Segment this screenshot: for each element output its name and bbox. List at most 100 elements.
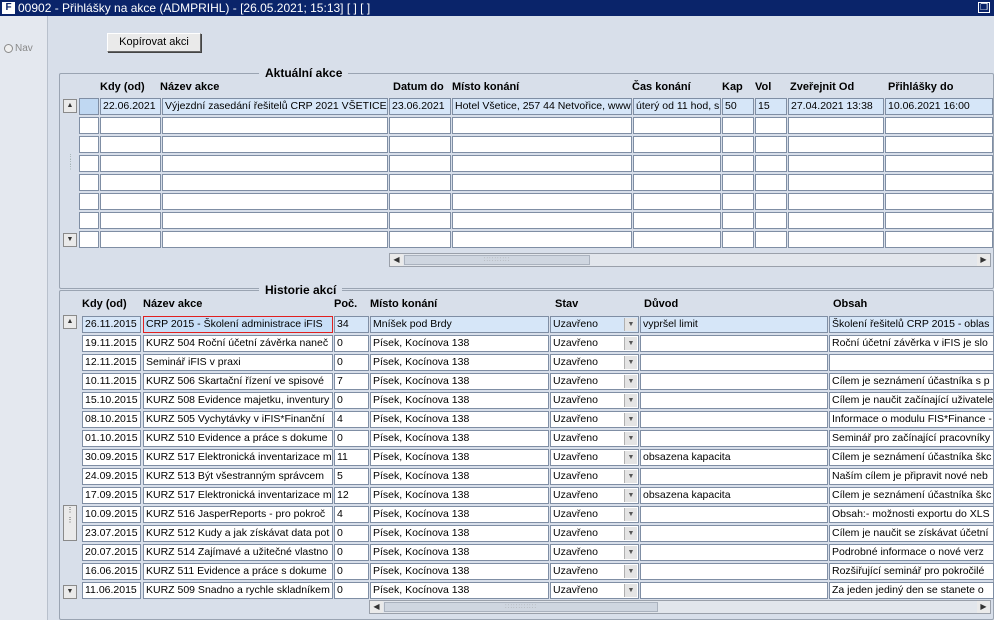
table-cell[interactable]: 12.11.2015 [82,354,141,371]
table-row[interactable] [49,212,994,231]
table-cell[interactable]: 12 [334,487,369,504]
table-cell[interactable] [788,136,884,153]
scroll-thumb[interactable]: :::::::::::: [384,602,658,612]
table-cell[interactable] [755,117,787,134]
table-cell[interactable] [640,563,828,580]
scroll-right-icon[interactable]: ▶ [977,254,990,266]
row-selector[interactable] [79,117,99,134]
table-cell[interactable] [885,155,993,172]
table-cell[interactable]: Podrobné informace o nové verz [829,544,994,561]
table-cell[interactable]: Písek, Kocínova 138 [370,430,549,447]
table-cell[interactable]: Písek, Kocínova 138 [370,582,549,599]
table-cell[interactable]: Informace o modulu FIS*Finance - [829,411,994,428]
scroll-up-icon[interactable]: ▲ [63,315,77,329]
table-cell[interactable]: Obsah:- možnosti exportu do XLS [829,506,994,523]
table-cell[interactable]: KURZ 514 Zajímavé a užitečné vlastno [143,544,333,561]
chevron-down-icon[interactable]: ▼ [624,489,637,502]
table-cell[interactable]: 22.06.2021 [100,98,161,115]
table-cell[interactable] [162,117,388,134]
table-cell[interactable]: 4 [334,411,369,428]
table-cell[interactable]: CRP 2015 - Školení administrace iFIS [143,316,333,333]
table-cell[interactable] [633,117,721,134]
table-row[interactable]: 15.10.2015 KURZ 508 Evidence majetku, inv… [49,392,994,411]
restore-window-icon[interactable]: ❐ [978,2,990,13]
table-cell[interactable] [640,411,828,428]
table-cell[interactable] [633,231,721,248]
table-cell[interactable]: KURZ 508 Evidence majetku, inventury [143,392,333,409]
table-cell[interactable]: Písek, Kocínova 138 [370,487,549,504]
status-select[interactable]: Uzavřeno ▼ [550,392,639,409]
radio-icon[interactable] [4,43,13,53]
table-cell[interactable] [755,155,787,172]
table-cell[interactable] [162,136,388,153]
table-cell[interactable]: Naším cílem je připravit nové neb [829,468,994,485]
table-cell[interactable]: 5 [334,468,369,485]
table-cell[interactable] [389,136,451,153]
table-cell[interactable] [162,231,388,248]
table-cell[interactable]: Písek, Kocínova 138 [370,335,549,352]
table-row[interactable]: 17.09.2015 KURZ 517 Elektronická inventar… [49,487,994,506]
row-selector[interactable] [79,231,99,248]
table-cell[interactable] [100,212,161,229]
scroll-left-icon[interactable]: ◀ [390,254,403,266]
table-cell[interactable] [100,193,161,210]
table-cell[interactable] [633,155,721,172]
table-cell[interactable] [788,193,884,210]
table-cell[interactable] [633,193,721,210]
history-vertical-scrollbar[interactable]: ▲ ⋮ ⋮ ▼ [63,315,77,600]
scroll-thumb[interactable]: ⋮ ⋮ [63,505,77,541]
current-vertical-scrollbar[interactable]: ▲ ⋮ ⋮ ⋮ ▼ [63,99,77,247]
table-cell[interactable] [100,136,161,153]
table-cell[interactable] [788,117,884,134]
table-cell[interactable]: Cílem je naučit začínající uživatele [829,392,994,409]
table-row[interactable] [49,193,994,212]
table-cell[interactable] [788,212,884,229]
table-cell[interactable] [885,212,993,229]
table-cell[interactable] [100,117,161,134]
table-cell[interactable] [640,335,828,352]
table-cell[interactable] [633,212,721,229]
table-cell[interactable]: Seminář iFIS v praxi [143,354,333,371]
table-row[interactable]: 12.11.2015 Seminář iFIS v praxi 0 Písek, Ko… [49,354,994,373]
table-cell[interactable]: 19.11.2015 [82,335,141,352]
table-cell[interactable] [162,212,388,229]
table-row[interactable] [49,136,994,155]
table-cell[interactable] [162,174,388,191]
table-cell[interactable] [452,212,632,229]
scroll-grip-icon[interactable]: ⋮ ⋮ ⋮ [67,154,74,171]
table-cell[interactable] [722,117,754,134]
table-cell[interactable]: Cílem je seznámení účastníka škc [829,487,994,504]
table-cell[interactable] [885,231,993,248]
table-cell[interactable]: Písek, Kocínova 138 [370,392,549,409]
table-cell[interactable]: Školení řešitelů CRP 2015 - oblas [829,316,994,333]
row-selector[interactable] [79,193,99,210]
table-cell[interactable]: Rozšiřující seminář pro pokročilé [829,563,994,580]
table-cell[interactable]: 23.07.2015 [82,525,141,542]
table-cell[interactable] [640,506,828,523]
table-cell[interactable]: Roční účetní závěrka v iFIS je slo [829,335,994,352]
table-cell[interactable]: 01.10.2015 [82,430,141,447]
table-row[interactable]: 20.07.2015 KURZ 514 Zajímavé a užitečné v… [49,544,994,563]
table-cell[interactable] [755,136,787,153]
status-select[interactable]: Uzavřeno ▼ [550,468,639,485]
table-cell[interactable]: 11.06.2015 [82,582,141,599]
table-cell[interactable] [788,155,884,172]
table-cell[interactable] [885,117,993,134]
table-cell[interactable] [100,155,161,172]
table-cell[interactable]: 10.06.2021 16:00 [885,98,993,115]
table-cell[interactable] [640,373,828,390]
table-cell[interactable]: Výjezdní zasedání řešitelů CRP 2021 VŠET… [162,98,388,115]
table-cell[interactable]: KURZ 509 Snadno a rychle skladníkem [143,582,333,599]
table-cell[interactable] [452,117,632,134]
table-cell[interactable]: Písek, Kocínova 138 [370,506,549,523]
table-cell[interactable]: KURZ 510 Evidence a práce s dokume [143,430,333,447]
table-cell[interactable] [389,193,451,210]
table-cell[interactable] [640,392,828,409]
table-cell[interactable] [389,212,451,229]
scroll-thumb[interactable]: :::::::::: [404,255,590,265]
table-cell[interactable] [722,136,754,153]
table-cell[interactable] [389,155,451,172]
table-row[interactable]: 10.11.2015 KURZ 506 Skartační řízení ve s… [49,373,994,392]
status-select[interactable]: Uzavřeno ▼ [550,563,639,580]
table-cell[interactable]: Písek, Kocínova 138 [370,354,549,371]
